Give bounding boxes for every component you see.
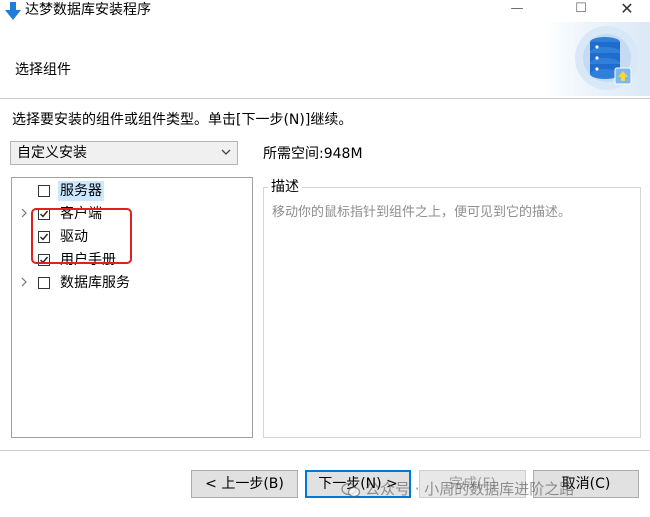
component-checkbox[interactable] — [38, 277, 50, 289]
component-label: 客户端 — [60, 206, 102, 222]
tree-item[interactable]: 服务器 — [12, 180, 252, 202]
description-title: 描述 — [268, 178, 302, 196]
back-button[interactable]: < 上一步(B) — [191, 470, 298, 498]
component-label: 服务器 — [58, 181, 104, 201]
component-checkbox[interactable] — [38, 254, 50, 266]
footer-divider — [0, 450, 650, 451]
wizard-header: 选择组件 — [0, 22, 650, 98]
install-type-value: 自定义安装 — [17, 145, 87, 161]
tree-item[interactable]: 用户手册 — [12, 249, 252, 271]
component-tree[interactable]: 服务器客户端驱动用户手册数据库服务 — [11, 177, 253, 438]
database-icon — [575, 26, 639, 90]
chevron-right-icon[interactable] — [19, 277, 29, 287]
download-arrow-icon — [5, 2, 21, 20]
component-label: 用户手册 — [60, 252, 116, 268]
description-text: 移动你的鼠标指针到组件之上，便可见到它的描述。 — [272, 205, 572, 220]
page-title: 选择组件 — [15, 62, 71, 78]
chevron-down-icon — [221, 149, 231, 155]
close-icon: ✕ — [620, 0, 634, 18]
component-checkbox[interactable] — [38, 208, 50, 220]
header-divider — [0, 98, 650, 99]
tree-item[interactable]: 客户端 — [12, 203, 252, 225]
close-button[interactable]: ✕ — [604, 0, 650, 22]
minimize-icon: — — [510, 1, 524, 16]
space-required-label: 所需空间:948M — [263, 146, 363, 162]
watermark-text: 公众号 · 小周的数据库进阶之路 — [365, 480, 575, 498]
header-banner — [545, 22, 650, 96]
maximize-button[interactable]: ☐ — [558, 0, 604, 22]
component-checkbox[interactable] — [38, 185, 50, 197]
install-type-select[interactable]: 自定义安装 — [10, 141, 238, 165]
title-bar: 达梦数据库安装程序 — ☐ ✕ — [0, 0, 650, 22]
instruction-text: 选择要安装的组件或组件类型。单击[下一步(N)]继续。 — [12, 112, 353, 128]
checkmark-icon — [40, 210, 49, 218]
watermark: 公众号 · 小周的数据库进阶之路 — [341, 478, 574, 500]
component-label: 数据库服务 — [60, 275, 130, 291]
description-groupbox — [263, 187, 641, 438]
tree-item[interactable]: 驱动 — [12, 226, 252, 248]
tree-item[interactable]: 数据库服务 — [12, 272, 252, 294]
chevron-right-icon[interactable] — [19, 208, 29, 218]
component-label: 驱动 — [60, 229, 88, 245]
checkmark-icon — [40, 256, 49, 264]
window-title: 达梦数据库安装程序 — [25, 2, 151, 18]
component-checkbox[interactable] — [38, 231, 50, 243]
checkmark-icon — [40, 233, 49, 241]
maximize-icon: ☐ — [575, 1, 587, 16]
minimize-button[interactable]: — — [494, 0, 540, 22]
wechat-icon — [341, 482, 361, 497]
